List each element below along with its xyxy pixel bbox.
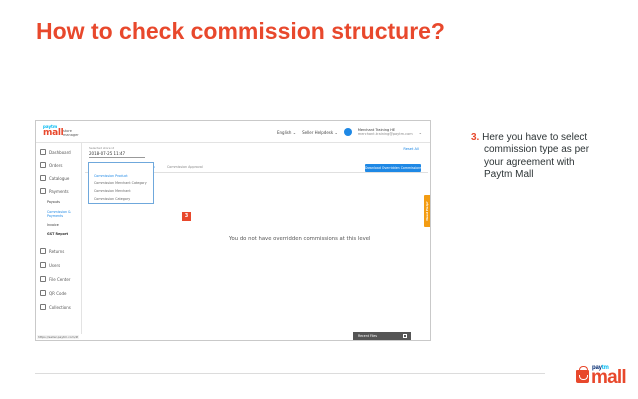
sidebar-item-label: File Center <box>49 276 71 282</box>
merchant-info[interactable]: Merchant Training HE merchant.training@p… <box>358 128 413 136</box>
sidebar-item-file-center[interactable]: File Center <box>40 274 80 284</box>
sidebar-item-orders[interactable]: Orders <box>40 160 80 170</box>
file-icon <box>40 276 46 282</box>
sidebar-item-label: Returns <box>49 248 65 254</box>
qr-icon <box>40 290 46 296</box>
recent-files-label: Recent Files <box>358 334 378 338</box>
chevron-down-icon: ⌄ <box>334 129 338 135</box>
recent-files-bar[interactable]: Recent Files <box>353 332 411 340</box>
sidebar-item-users[interactable]: Users <box>40 260 80 270</box>
sidebar-item-label: Payments <box>49 188 69 194</box>
step-badge: 3 <box>182 212 191 221</box>
tab-commission-approval[interactable]: Commission Approval <box>167 165 203 169</box>
need-help-tab[interactable]: Need Help? <box>424 195 430 227</box>
status-url: https://seller.paytm.com/# <box>37 335 80 339</box>
orders-icon <box>40 162 46 168</box>
sidebar-item-label: Orders <box>49 162 63 168</box>
sidebar-item-collections[interactable]: Collections <box>40 302 80 312</box>
sidebar-sub-payouts[interactable]: Payouts <box>47 200 60 204</box>
chevron-down-icon[interactable]: ⌄ <box>419 130 422 135</box>
app-screenshot: paytm mall store manager English ⌄ Selle… <box>35 120 431 341</box>
sidebar-item-returns[interactable]: Returns <box>40 246 80 256</box>
expand-icon[interactable] <box>403 334 407 338</box>
download-button[interactable]: Download Overridden Commissions <box>365 164 421 172</box>
helpdesk-label: Seller Helpdesk <box>302 129 334 135</box>
brand-mall: mall <box>591 367 627 388</box>
store-label: Selected store id <box>89 146 115 150</box>
sidebar-item-label: QR Code <box>49 290 67 296</box>
step-line-4: Paytm Mall <box>484 168 534 180</box>
sidebar-sub-gst[interactable]: GST Report <box>47 232 68 236</box>
dropdown-option[interactable]: Commission Merchant <box>94 189 131 193</box>
sidebar-item-payments[interactable]: Payments <box>40 186 80 196</box>
sidebar-sub-commission-2[interactable]: Payments <box>47 214 63 218</box>
reset-all-link[interactable]: Reset All <box>403 147 419 151</box>
app-logo[interactable]: paytm mall store manager <box>41 124 81 138</box>
logo-subtitle: store manager <box>63 129 79 137</box>
sidebar-sub-invoice[interactable]: Invoice <box>47 223 59 227</box>
returns-icon <box>40 248 46 254</box>
step-line-3: your agreement with <box>484 156 575 168</box>
step-instruction: 3. Here you have to select commission ty… <box>471 132 611 181</box>
sidebar-item-label: Collections <box>49 304 71 310</box>
commission-type-dropdown[interactable]: Commission Product Commission Merchant C… <box>88 162 154 204</box>
footer-divider <box>35 373 545 374</box>
chevron-down-icon: ⌄ <box>292 129 297 135</box>
dropdown-option[interactable]: Commission Category <box>94 197 130 201</box>
avatar[interactable] <box>343 128 352 136</box>
step-line-2: commission type as per <box>484 144 590 156</box>
collections-icon <box>40 304 46 310</box>
language-label: English <box>276 129 292 135</box>
payments-icon <box>40 188 46 194</box>
catalogue-icon <box>40 175 46 181</box>
shopping-bag-icon <box>576 366 589 383</box>
sidebar-item-label: Users <box>49 262 61 268</box>
helpdesk-link[interactable]: Seller Helpdesk ⌄ <box>302 130 338 135</box>
sidebar: Dashboard Orders Catalogue Payments Payo… <box>36 143 82 334</box>
main-content: Selected store id 2018-07-25 11:47 Reset… <box>83 143 430 334</box>
store-underline <box>89 157 145 158</box>
logo-mall: mall <box>43 128 64 138</box>
merchant-email: merchant.training@paytm.com <box>357 132 413 136</box>
step-number: 3. <box>471 132 480 143</box>
dropdown-option[interactable]: Commission Merchant Category <box>94 181 147 185</box>
need-help-label: Need Help? <box>425 201 429 221</box>
users-icon <box>40 262 46 268</box>
sidebar-item-catalogue[interactable]: Catalogue <box>40 173 80 183</box>
top-links: English ⌄ Seller Helpdesk ⌄ Merchant Tra… <box>277 125 422 139</box>
sidebar-item-label: Dashboard <box>49 149 71 155</box>
dashboard-icon <box>40 149 46 155</box>
sidebar-item-label: Catalogue <box>49 175 70 181</box>
slide-title: How to check commission structure? <box>36 18 445 44</box>
top-bar: paytm mall store manager English ⌄ Selle… <box>36 121 430 143</box>
empty-state-message: You do not have overridden commissions a… <box>229 236 371 242</box>
language-select[interactable]: English ⌄ <box>277 130 296 135</box>
step-line-1: Here you have to select <box>482 132 588 143</box>
sidebar-item-dashboard[interactable]: Dashboard <box>40 147 80 157</box>
paytm-mall-logo: paytm mall <box>574 362 634 392</box>
store-select[interactable]: 2018-07-25 11:47 <box>89 151 125 156</box>
sidebar-item-qr-code[interactable]: QR Code <box>40 288 80 298</box>
dropdown-option[interactable]: Commission Product <box>94 174 128 178</box>
